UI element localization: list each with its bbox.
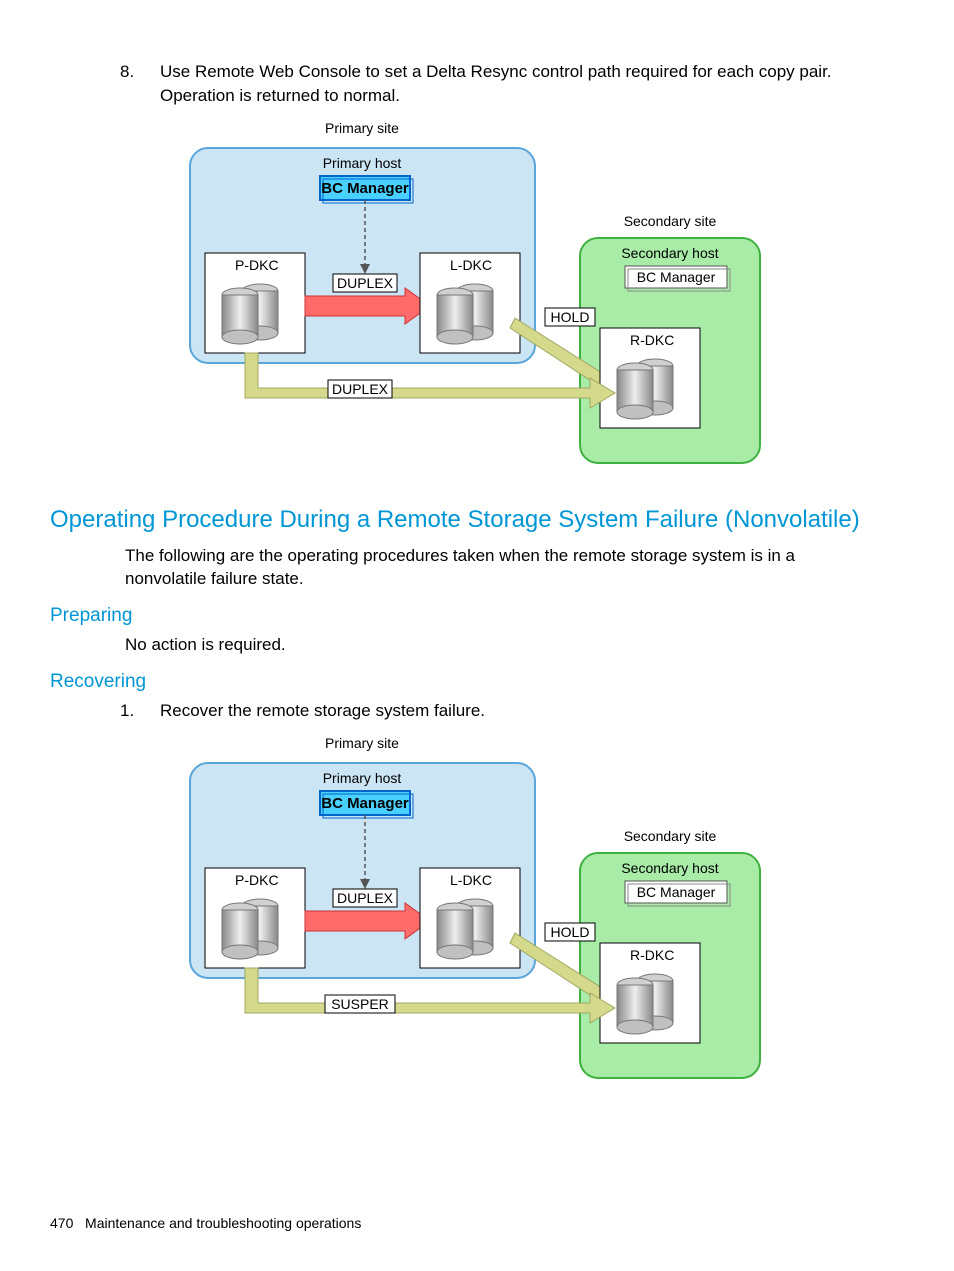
heading-recovering: Recovering (50, 671, 904, 693)
cylinder-icon (222, 899, 278, 959)
cylinder-icon (222, 284, 278, 344)
label-primary-site: Primary site (325, 120, 399, 136)
intro-text: The following are the operating procedur… (125, 544, 864, 592)
list-text: Use Remote Web Console to set a Delta Re… (160, 60, 904, 108)
label-bc-manager-1: BC Manager (321, 180, 409, 197)
cylinder-icon (617, 359, 673, 419)
label-primary-host: Primary host (323, 770, 402, 786)
label-hold: HOLD (551, 309, 590, 325)
label-secondary-site: Secondary site (624, 828, 717, 844)
page-footer: 470 Maintenance and troubleshooting oper… (50, 1215, 361, 1231)
label-ldkc: L-DKC (450, 872, 492, 888)
label-secondary-host: Secondary host (621, 245, 718, 261)
heading-operating-procedure: Operating Procedure During a Remote Stor… (50, 506, 904, 534)
diagram-1: Primary site Primary host BC Manager DUP… (170, 118, 770, 478)
list-text: Recover the remote storage system failur… (160, 699, 904, 723)
label-ldkc: L-DKC (450, 257, 492, 273)
label-bottom-state-2: SUSPER (331, 996, 389, 1012)
preparing-text: No action is required. (125, 633, 864, 657)
cylinder-icon (437, 284, 493, 344)
label-pdkc: P-DKC (235, 257, 279, 273)
footer-title: Maintenance and troubleshooting operatio… (85, 1215, 361, 1231)
label-bc-manager-2: BC Manager (637, 884, 716, 900)
label-secondary-host: Secondary host (621, 860, 718, 876)
label-rdkc: R-DKC (630, 332, 674, 348)
label-duplex-1: DUPLEX (337, 890, 394, 906)
diagram-2: Primary site Primary host BC Manager DUP… (170, 733, 770, 1093)
list-item-recover-1: 1. Recover the remote storage system fai… (120, 699, 904, 723)
label-duplex-1: DUPLEX (337, 275, 394, 291)
list-item-8: 8. Use Remote Web Console to set a Delta… (120, 60, 904, 108)
list-number: 1. (120, 699, 160, 723)
cylinder-icon (437, 899, 493, 959)
label-bc-manager-2: BC Manager (637, 269, 716, 285)
label-hold: HOLD (551, 924, 590, 940)
list-number: 8. (120, 60, 160, 108)
page-number: 470 (50, 1215, 73, 1231)
label-primary-site: Primary site (325, 735, 399, 751)
label-bc-manager-1: BC Manager (321, 795, 409, 812)
cylinder-icon (617, 974, 673, 1034)
label-pdkc: P-DKC (235, 872, 279, 888)
label-rdkc: R-DKC (630, 947, 674, 963)
label-secondary-site: Secondary site (624, 213, 717, 229)
label-primary-host: Primary host (323, 155, 402, 171)
heading-preparing: Preparing (50, 605, 904, 627)
label-bottom-state-1: DUPLEX (332, 381, 389, 397)
